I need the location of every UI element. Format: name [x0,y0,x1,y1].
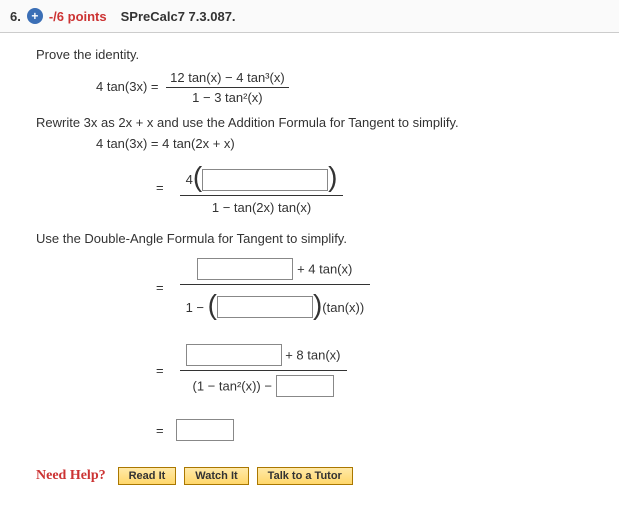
step2-equation: = 4() 1 − tan(2x) tan(x) [156,157,583,219]
identity-equation: 4 tan(3x) = 12 tan(x) − 4 tan³(x) 1 − 3 … [96,70,583,105]
step2-denominator: 1 − tan(2x) tan(x) [180,196,344,219]
step3-num-suffix: + 4 tan(x) [297,261,352,276]
watch-it-button[interactable]: Watch It [184,467,248,485]
coef-4: 4 [186,172,193,187]
step4-den-pre: (1 − tan²(x)) − [193,379,276,394]
step3-den-pre: 1 − [186,300,208,315]
question-content: Prove the identity. 4 tan(3x) = 12 tan(x… [0,33,619,503]
equals-sign: = [156,423,164,438]
step1-equation: 4 tan(3x) = 4 tan(2x + x) [96,136,583,151]
blank-addition-numerator[interactable] [202,169,328,191]
question-number: 6. [10,9,21,24]
expand-icon[interactable]: + [27,8,43,24]
identity-denominator: 1 − 3 tan²(x) [166,88,289,105]
read-it-button[interactable]: Read It [118,467,177,485]
blank-step4-numerator[interactable] [186,344,282,366]
step5-equation: = [156,419,583,441]
double-angle-instruction: Use the Double-Angle Formula for Tangent… [36,231,583,246]
question-header: 6. + -/6 points SPreCalc7 7.3.087. [0,0,619,33]
blank-step3-numerator[interactable] [197,258,293,280]
equals-sign: = [156,363,164,378]
step4-equation: = + 8 tan(x) (1 − tan²(x)) − [156,340,583,401]
equals-sign: = [156,180,164,195]
step4-num-suffix: + 8 tan(x) [285,348,340,363]
blank-step3-denominator[interactable] [217,296,313,318]
blank-final-answer[interactable] [176,419,234,441]
blank-step4-denominator[interactable] [276,375,334,397]
step3-equation: = + 4 tan(x) 1 − ()(tan(x)) [156,254,583,323]
identity-left: 4 tan(3x) = [96,79,159,94]
identity-numerator: 12 tan(x) − 4 tan³(x) [166,70,289,88]
points-label: -/6 points [49,9,107,24]
step3-den-suffix: (tan(x)) [322,300,364,315]
talk-to-tutor-button[interactable]: Talk to a Tutor [257,467,353,485]
need-help-label: Need Help? [36,468,106,484]
rewrite-instruction: Rewrite 3x as 2x + x and use the Additio… [36,115,583,130]
equals-sign: = [156,280,164,295]
prove-label: Prove the identity. [36,47,583,62]
help-row: Need Help? Read It Watch It Talk to a Tu… [36,467,583,485]
source-label: SPreCalc7 7.3.087. [121,9,236,24]
